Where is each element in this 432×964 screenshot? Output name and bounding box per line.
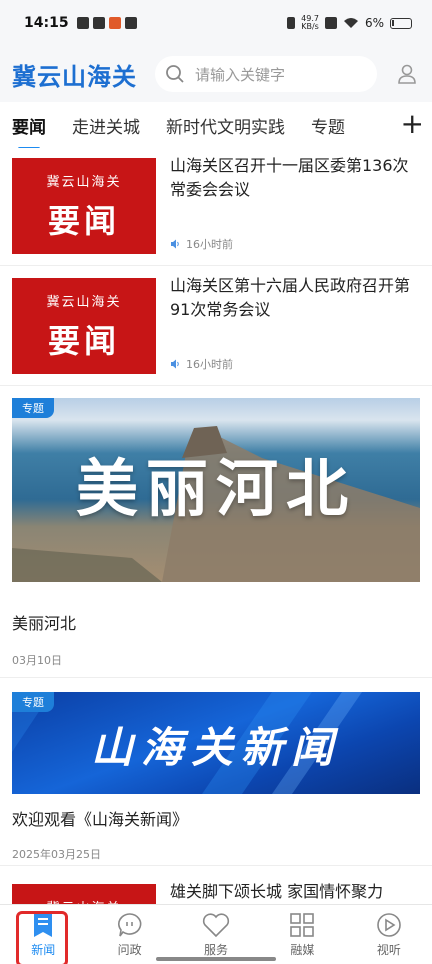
special-badge: 专题 (12, 692, 54, 712)
nav-audiovisual[interactable]: 视听 (346, 905, 432, 964)
news-feed[interactable]: 冀云山海关 要闻 山海关区召开十一届区委第136次常委会会议 16小时前 冀云山… (0, 148, 432, 904)
nav-media-label: 融媒 (290, 942, 315, 957)
thumbnail-brand: 冀云山海关 (46, 897, 121, 905)
news-meta: 16小时前 (170, 356, 233, 372)
thumbnail-brand: 冀云山海关 (46, 294, 122, 310)
heart-icon (202, 912, 230, 937)
crown-icon (124, 17, 137, 29)
special-topic-card[interactable]: 专题 山海关新闻 欢迎观看《山海关新闻》 2025年03月25日 (0, 682, 432, 866)
play-icon (377, 912, 401, 937)
news-title: 山海关区召开十一届区委第136次常委会会议 (170, 156, 409, 199)
app-logo: 冀云山海关 (12, 61, 137, 91)
special-banner: 专题 山海关新闻 (12, 692, 420, 794)
nav-service-label: 服务 (204, 942, 229, 957)
user-button[interactable] (394, 61, 420, 87)
nav-audiovisual-label: 视听 (376, 942, 401, 957)
thumbnail-title: 要闻 (47, 201, 120, 240)
net-speed-unit: KB/s (301, 22, 319, 31)
special-date: 03月10日 (12, 654, 62, 667)
status-bar: 14:15 49.7 KB/s 6% (0, 0, 432, 46)
add-tab-button[interactable]: + (401, 110, 424, 138)
nav-media[interactable]: 融媒 (259, 905, 345, 964)
tab-pass-city[interactable]: 走进关城 (72, 113, 140, 138)
search-input[interactable]: 请输入关键字 (155, 56, 377, 92)
home-indicator[interactable] (156, 957, 276, 961)
news-time: 16小时前 (186, 358, 233, 371)
thumbnail-brand: 冀云山海关 (46, 174, 122, 190)
chat-icon (117, 912, 141, 936)
app-notification-icon (92, 17, 105, 29)
user-icon (398, 64, 416, 84)
net-speed: 49.7 KB/s (301, 15, 319, 31)
news-title: 山海关区第十六届人民政府召开第91次常务会议 (170, 276, 411, 319)
grid-icon (290, 912, 315, 937)
tab-special-topics[interactable]: 专题 (311, 113, 345, 138)
special-badge: 专题 (12, 398, 54, 418)
nav-inquiry-label: 问政 (117, 942, 142, 957)
sim-icon (76, 17, 89, 29)
news-thumbnail: 冀云山海关 要闻 (12, 158, 156, 254)
bottom-navigation: 新闻 问政 服务 融媒 视听 (0, 904, 432, 964)
nav-service[interactable]: 服务 (173, 905, 259, 964)
banner-text: 美丽河北 (75, 452, 356, 525)
banner-text: 山海关新闻 (90, 723, 341, 772)
news-item[interactable]: 冀云山海关 要闻 山海关区第十六届人民政府召开第91次常务会议 16小时前 (0, 268, 432, 386)
battery-percent: 6% (364, 16, 384, 30)
news-item[interactable]: 冀云山海关 要闻 山海关区召开十一届区委第136次常委会会议 16小时前 (0, 148, 432, 266)
audio-icon (171, 239, 179, 249)
vibrate-icon (287, 17, 296, 29)
tab-civilization-practice[interactable]: 新时代文明实践 (166, 113, 285, 138)
search-placeholder: 请输入关键字 (195, 65, 286, 84)
special-topic-card[interactable]: 专题 美丽河北 美丽河北 03月10日 (0, 388, 432, 678)
news-time: 16小时前 (186, 238, 233, 251)
audio-icon (171, 359, 179, 369)
status-time: 14:15 (24, 15, 69, 31)
nav-inquiry[interactable]: 问政 (86, 905, 172, 964)
special-banner: 专题 美丽河北 (12, 398, 420, 582)
wifi-icon (343, 18, 358, 28)
battery-icon (390, 17, 412, 29)
search-icon (166, 65, 184, 83)
nav-news[interactable]: 新闻 (0, 905, 86, 964)
thumbnail-title: 要闻 (47, 321, 120, 360)
special-title: 欢迎观看《山海关新闻》 (12, 810, 189, 829)
app-notification-icon (108, 17, 121, 29)
special-date: 2025年03月25日 (12, 848, 101, 861)
status-icons (76, 17, 137, 29)
category-tabs: 要闻 走进关城 新时代文明实践 专题 + (0, 102, 432, 148)
special-title: 美丽河北 (12, 614, 77, 633)
status-right: 49.7 KB/s 6% (287, 15, 412, 31)
selection-highlight (16, 911, 68, 964)
news-thumbnail: 冀云山海关 要闻 (12, 278, 156, 374)
nfc-icon (324, 17, 337, 29)
news-thumbnail: 冀云山海关 要闻 (12, 884, 156, 904)
app-header: 冀云山海关 请输入关键字 (0, 46, 432, 102)
news-item[interactable]: 冀云山海关 要闻 雄关脚下颂长城 家国情怀聚力 (0, 874, 432, 904)
news-meta: 16小时前 (170, 236, 233, 252)
news-title: 雄关脚下颂长城 家国情怀聚力 (170, 882, 384, 901)
tab-headlines[interactable]: 要闻 (12, 113, 46, 138)
